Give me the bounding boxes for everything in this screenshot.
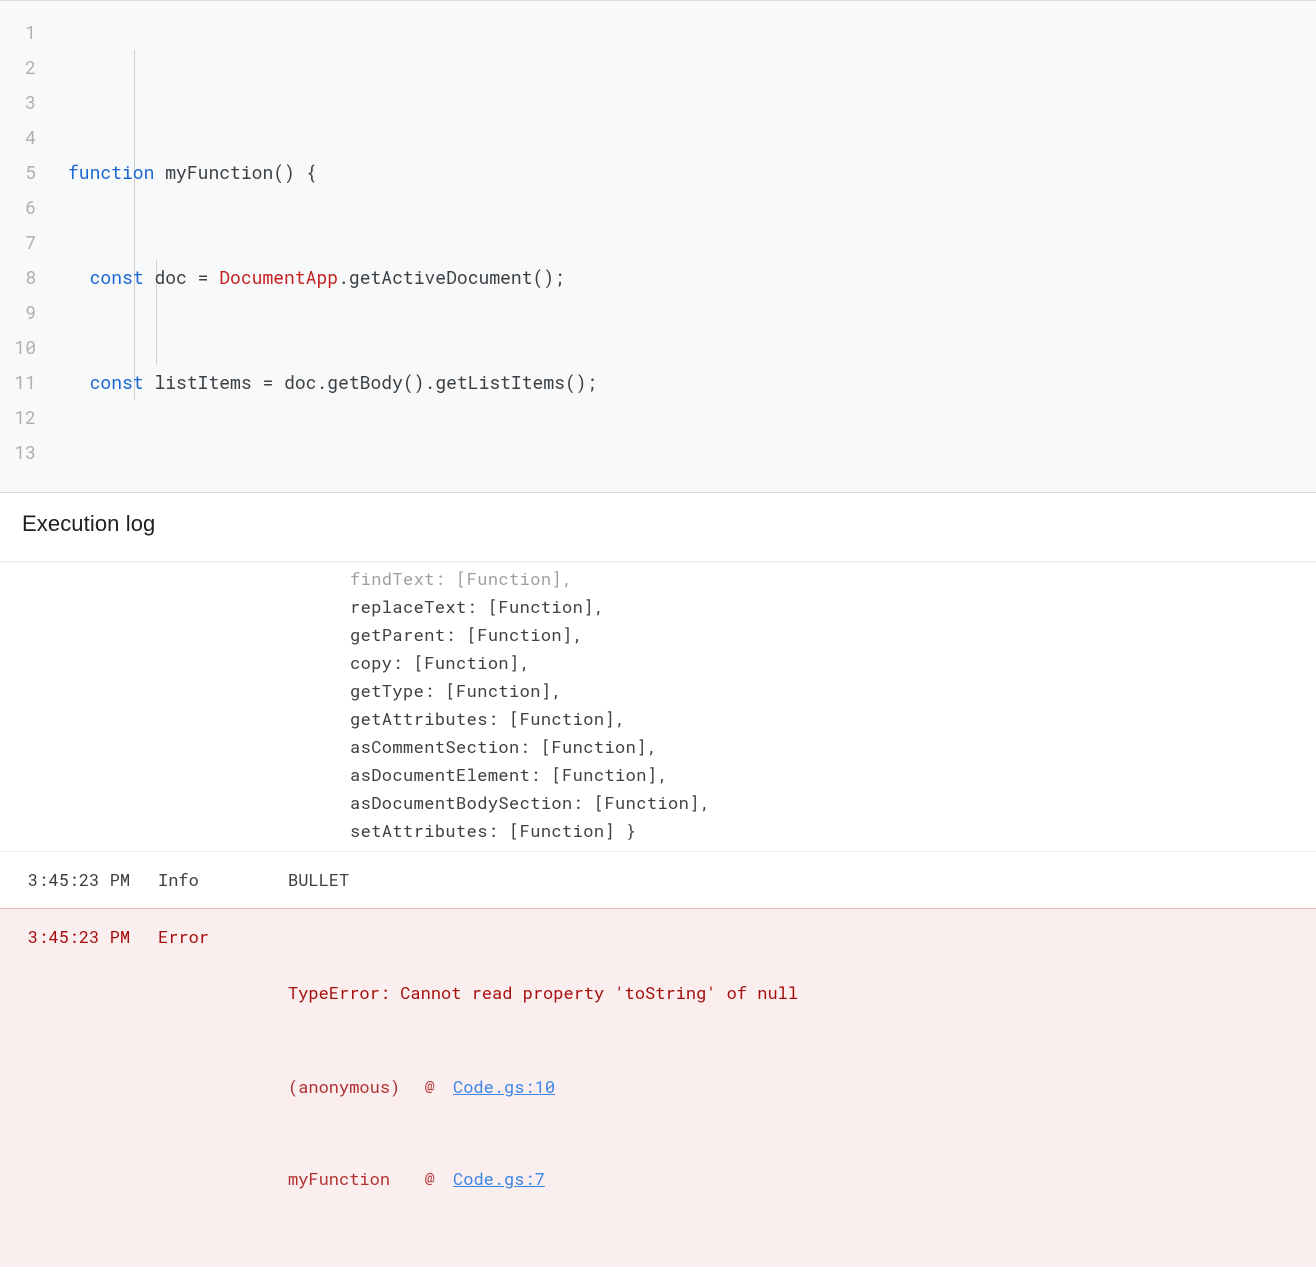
log-line: getType: [Function],: [350, 679, 562, 702]
code-editor[interactable]: 1 2 3 4 5 6 7 8 9 10 11 12 13 function m…: [0, 0, 1316, 492]
variable: listItems: [154, 370, 251, 394]
log-timestamp: 3:45:23 PM: [28, 866, 158, 894]
stack-trace-line: (anonymous) @ Code.gs:10: [288, 1069, 1316, 1105]
keyword-function: function: [68, 160, 154, 184]
execution-log[interactable]: findText: [Function], replaceText: [Func…: [0, 562, 1316, 1267]
log-line: asDocumentElement: [Function],: [350, 763, 668, 786]
log-line: findText: [Function],: [350, 567, 573, 590]
code-line[interactable]: [50, 470, 1316, 492]
code-line[interactable]: const doc = DocumentApp.getActiveDocumen…: [50, 260, 1316, 295]
code-content[interactable]: function myFunction() { const doc = Docu…: [50, 1, 1316, 492]
log-line: copy: [Function],: [350, 651, 530, 674]
line-number: 7: [0, 225, 50, 260]
error-message: TypeError: Cannot read property 'toStrin…: [288, 979, 1316, 1007]
log-level: Info: [158, 866, 288, 894]
log-entry-info: 3:45:23 PM Info BULLET: [0, 851, 1316, 908]
variable: doc: [154, 265, 186, 289]
log-line: getParent: [Function],: [350, 623, 583, 646]
log-line: replaceText: [Function],: [350, 595, 604, 618]
line-number: 9: [0, 295, 50, 330]
code-line[interactable]: const listItems = doc.getBody().getListI…: [50, 365, 1316, 400]
log-line: asDocumentBodySection: [Function],: [350, 791, 710, 814]
keyword-const: const: [90, 265, 144, 289]
line-number: 10: [0, 330, 50, 365]
log-object-dump: findText: [Function], replaceText: [Func…: [0, 562, 1316, 851]
function-name: myFunction: [165, 160, 273, 184]
line-number: 8: [0, 260, 50, 295]
execution-log-header[interactable]: Execution log: [0, 492, 1316, 562]
log-level: Error: [158, 923, 288, 1253]
execution-log-title: Execution log: [22, 511, 155, 536]
line-number-gutter: 1 2 3 4 5 6 7 8 9 10 11 12 13: [0, 1, 50, 492]
trace-source-link[interactable]: Code.gs:7: [453, 1167, 545, 1190]
line-number: 3: [0, 85, 50, 120]
method: getActiveDocument: [349, 265, 533, 289]
log-line: getAttributes: [Function],: [350, 707, 626, 730]
line-number: 12: [0, 400, 50, 435]
trace-function: (anonymous): [288, 1075, 400, 1098]
trace-source-link[interactable]: Code.gs:10: [453, 1075, 555, 1098]
line-number: 13: [0, 435, 50, 470]
log-message: TypeError: Cannot read property 'toStrin…: [288, 923, 1316, 1253]
method: getListItems: [435, 370, 565, 394]
log-line: asCommentSection: [Function],: [350, 735, 657, 758]
variable: doc: [284, 370, 316, 394]
log-entry-error: 3:45:23 PM Error TypeError: Cannot read …: [0, 908, 1316, 1267]
trace-at: @: [421, 1075, 439, 1098]
line-number: 6: [0, 190, 50, 225]
line-number: 5: [0, 155, 50, 190]
code-line[interactable]: function myFunction() {: [50, 155, 1316, 190]
log-message: BULLET: [288, 866, 1316, 894]
line-number: 11: [0, 365, 50, 400]
line-number: 1: [0, 15, 50, 50]
class-name: DocumentApp: [219, 265, 338, 289]
keyword-const: const: [90, 370, 144, 394]
trace-function: myFunction: [288, 1167, 390, 1190]
line-number: 2: [0, 50, 50, 85]
log-line: setAttributes: [Function] }: [350, 819, 636, 842]
stack-trace-line: myFunction @ Code.gs:7: [288, 1161, 1316, 1197]
method: getBody: [327, 370, 403, 394]
trace-at: @: [421, 1167, 439, 1190]
line-number: 4: [0, 120, 50, 155]
log-timestamp: 3:45:23 PM: [28, 923, 158, 1253]
